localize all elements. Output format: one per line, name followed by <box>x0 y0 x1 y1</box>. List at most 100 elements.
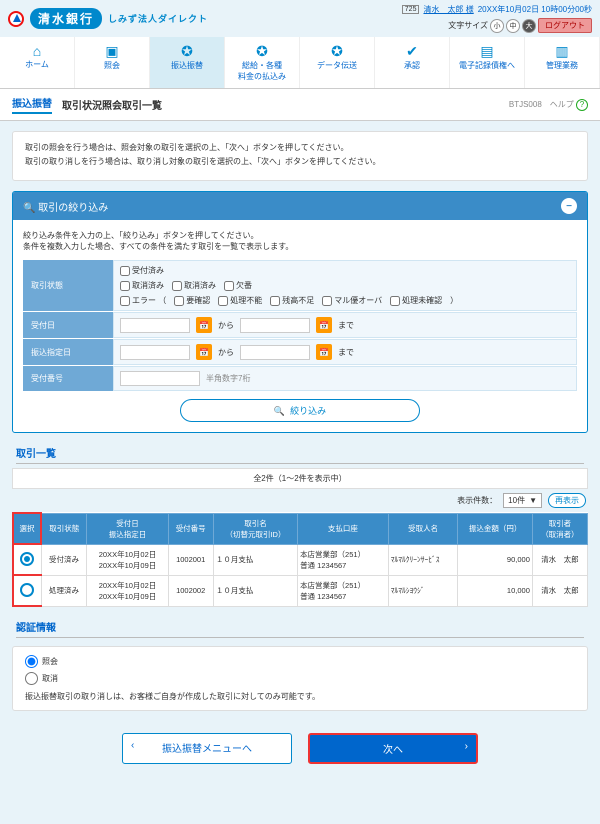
admin-icon: ▥ <box>527 43 597 60</box>
receipt-no-hint: 半角数字7桁 <box>206 373 250 384</box>
calendar-icon[interactable]: 📅 <box>316 344 332 360</box>
per-page-select[interactable]: 10件▼ <box>503 493 542 508</box>
nav-inquiry[interactable]: ▣照会 <box>75 37 150 88</box>
nav-admin[interactable]: ▥管理業務 <box>525 37 600 88</box>
filter-panel: 🔍 取引の絞り込み − 絞り込み条件を入力の上、「絞り込み」ボタンを押してくださ… <box>12 191 588 433</box>
search-icon: 🔍 <box>274 406 285 416</box>
font-medium-button[interactable]: 中 <box>506 19 520 33</box>
calendar-icon[interactable]: 📅 <box>196 344 212 360</box>
cell-amount: 90,000 <box>458 544 532 575</box>
status-checkbox[interactable]: 処理不能 <box>218 295 262 306</box>
cell-amount: 10,000 <box>458 575 532 606</box>
cell-status: 受付済み <box>41 544 87 575</box>
top-bar: 清水銀行 しみず法人ダイレクト 725 清水 太郎 様 20XX年10月02日 … <box>0 0 600 37</box>
calendar-icon[interactable]: 📅 <box>316 317 332 333</box>
transfer-icon: ✪ <box>152 43 222 60</box>
auth-note: 振込振替取引の取り消しは、お客様ご自身が作成した取引に対してのみ可能です。 <box>25 691 575 702</box>
cell-dates: 20XX年10月02日20XX年10月09日 <box>87 544 168 575</box>
row-select-radio[interactable] <box>20 583 34 597</box>
status-checkbox[interactable]: 取消済み <box>172 280 216 291</box>
erecord-icon: ▤ <box>452 43 522 60</box>
nav-home[interactable]: ⌂ホーム <box>0 37 75 88</box>
cell-dates: 20XX年10月02日20XX年10月09日 <box>87 575 168 606</box>
cell-operator: 清水 太郎 <box>532 575 587 606</box>
col-select: 選択 <box>13 513 41 544</box>
receipt-no-label: 受付番号 <box>23 366 113 391</box>
receive-date-from-input[interactable] <box>120 318 190 333</box>
filter-note: 絞り込み条件を入力の上、「絞り込み」ボタンを押してください。 <box>23 230 577 241</box>
col-deal: 取引名 （切替元取引ID） <box>213 513 297 544</box>
auth-inquiry-radio[interactable]: 照会 <box>25 655 575 668</box>
status-checkbox[interactable]: 処理未確認 <box>390 295 442 306</box>
status-checkbox[interactable]: 残高不足 <box>270 295 314 306</box>
approval-icon: ✔ <box>377 43 447 60</box>
filter-note: 条件を複数入力した場合、すべての条件を満たす取引を一覧で表示します。 <box>23 241 577 252</box>
back-button[interactable]: 振込振替メニューへ <box>122 733 292 764</box>
nav-erecord[interactable]: ▤電子記録債権へ <box>450 37 525 88</box>
filter-button[interactable]: 🔍 絞り込み <box>180 399 420 422</box>
col-account: 支払口座 <box>298 513 389 544</box>
refresh-button[interactable]: 再表示 <box>548 493 586 508</box>
nav-payment[interactable]: ✪総給・各種 料金の払込み <box>225 37 300 88</box>
payment-icon: ✪ <box>227 43 297 60</box>
description-line: 取引の照会を行う場合は、照会対象の取引を選択の上、「次へ」ボタンを押してください… <box>25 142 575 154</box>
font-size-label: 文字サイズ <box>448 20 488 31</box>
service-subtitle: しみず法人ダイレクト <box>108 12 208 25</box>
calendar-icon[interactable]: 📅 <box>196 317 212 333</box>
cell-payee: ﾏﾙﾏﾙｼﾖｳｼﾞ <box>388 575 458 606</box>
cell-recv-no: 1002002 <box>168 575 213 606</box>
nav-transfer[interactable]: ✪振込振替 <box>150 37 225 88</box>
status-checkbox[interactable]: マル優オーバ <box>322 295 382 306</box>
nav-approval[interactable]: ✔承認 <box>375 37 450 88</box>
next-button[interactable]: 次へ <box>308 733 478 764</box>
cell-account: 本店営業部（251）普通 1234567 <box>298 544 389 575</box>
inquiry-icon: ▣ <box>77 43 147 60</box>
auth-box: 照会 取消 振込振替取引の取り消しは、お客様ご自身が作成した取引に対してのみ可能… <box>12 646 588 711</box>
description-line: 取引の取り消しを行う場合は、取り消し対象の取引を選択の上、「次へ」ボタンを押して… <box>25 156 575 168</box>
col-amount: 振込金額（円） <box>458 513 532 544</box>
logo-block: 清水銀行 しみず法人ダイレクト <box>8 8 208 29</box>
auth-section-title: 認証情報 <box>16 619 584 638</box>
col-recv-no: 受付番号 <box>168 513 213 544</box>
table-row: 処理済み20XX年10月02日20XX年10月09日1002002１０月支払本店… <box>13 575 588 606</box>
status-checkbox[interactable]: 要確認 <box>174 295 210 306</box>
user-name-link[interactable]: 清水 太郎 様 <box>423 4 473 15</box>
main-nav: ⌂ホーム ▣照会 ✪振込振替 ✪総給・各種 料金の払込み ✪データ伝送 ✔承認 … <box>0 37 600 89</box>
filter-panel-header[interactable]: 🔍 取引の絞り込み − <box>13 192 587 220</box>
transfer-date-from-input[interactable] <box>120 345 190 360</box>
action-bar: 振込振替メニューへ 次へ <box>0 719 600 786</box>
page-title: 取引状況照会取引一覧 <box>62 97 162 112</box>
logout-button[interactable]: ログアウト <box>538 18 592 33</box>
receive-date-to-input[interactable] <box>240 318 310 333</box>
status-label: 取引状態 <box>23 260 113 311</box>
data-icon: ✪ <box>302 43 372 60</box>
transfer-date-to-input[interactable] <box>240 345 310 360</box>
col-status: 取引状態 <box>41 513 87 544</box>
font-small-button[interactable]: 小 <box>490 19 504 33</box>
transaction-table: 選択 取引状態 受付日 振込指定日 受付番号 取引名 （切替元取引ID） 支払口… <box>12 512 588 607</box>
cell-operator: 清水 太郎 <box>532 544 587 575</box>
cell-deal: １０月支払 <box>213 575 297 606</box>
col-payee: 受取人名 <box>388 513 458 544</box>
cell-recv-no: 1002001 <box>168 544 213 575</box>
breadcrumb: 振込振替 取引状況照会取引一覧 BTJS008 ヘルプ ? <box>0 89 600 121</box>
current-datetime: 20XX年10月02日 10時00分00秒 <box>478 4 592 15</box>
receipt-no-input[interactable] <box>120 371 200 386</box>
cell-status: 処理済み <box>41 575 87 606</box>
auth-cancel-radio[interactable]: 取消 <box>25 672 575 685</box>
bank-name: 清水銀行 <box>30 8 102 29</box>
per-page-label: 表示件数： <box>457 495 497 506</box>
transfer-date-label: 振込指定日 <box>23 339 113 365</box>
nav-data[interactable]: ✪データ伝送 <box>300 37 375 88</box>
status-checkbox[interactable]: 取消済み <box>120 280 164 291</box>
collapse-icon[interactable]: − <box>561 198 577 214</box>
chevron-down-icon: ▼ <box>529 496 537 505</box>
status-checkbox[interactable]: エラー （ <box>120 295 166 306</box>
row-select-radio[interactable] <box>20 552 34 566</box>
home-icon: ⌂ <box>2 43 72 59</box>
font-large-button[interactable]: 大 <box>522 19 536 33</box>
screen-code: BTJS008 <box>509 100 542 109</box>
status-checkbox[interactable]: 欠番 <box>224 280 252 291</box>
status-checkbox[interactable]: 受付済み <box>120 265 164 276</box>
help-link[interactable]: ヘルプ ? <box>550 99 588 111</box>
